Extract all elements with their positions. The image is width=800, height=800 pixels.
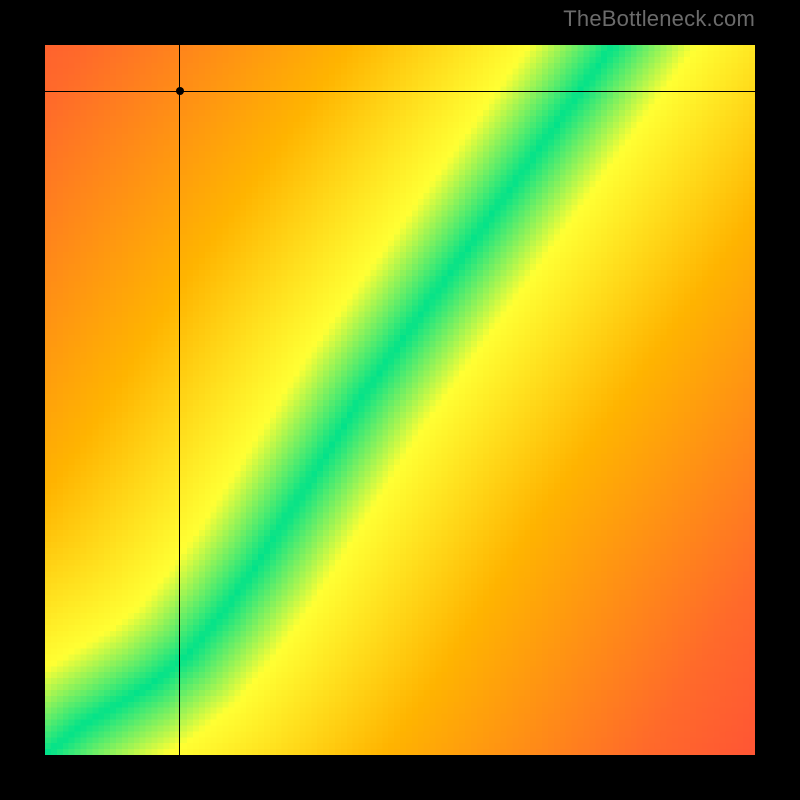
heatmap-canvas bbox=[45, 45, 755, 755]
watermark-text: TheBottleneck.com bbox=[563, 6, 755, 32]
crosshair-horizontal bbox=[45, 91, 755, 92]
marker-point bbox=[176, 87, 184, 95]
crosshair-vertical bbox=[179, 45, 180, 755]
